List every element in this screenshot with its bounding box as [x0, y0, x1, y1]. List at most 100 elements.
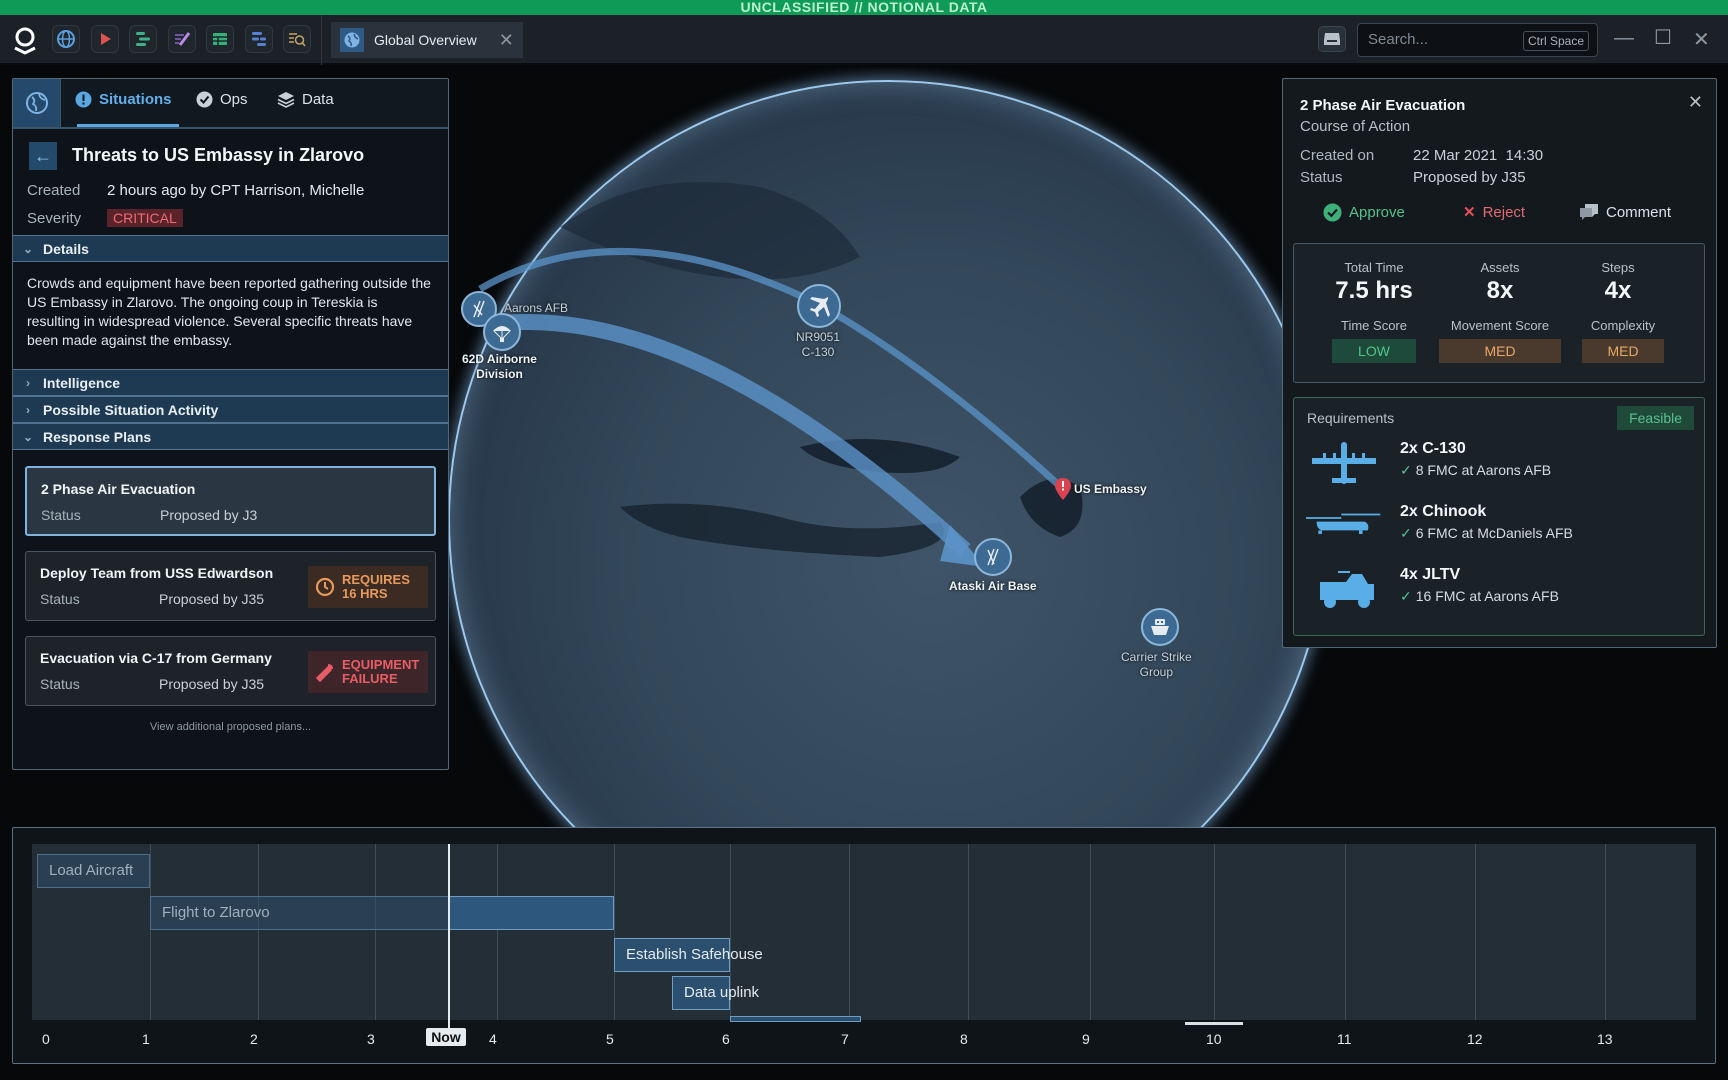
section-title: Intelligence	[43, 374, 121, 391]
severity-badge: CRITICAL	[107, 209, 183, 227]
timeline-gridline	[1214, 844, 1215, 1020]
timeline-task[interactable]: Data uplink	[672, 976, 759, 1010]
label-line: 62D Airborne	[462, 352, 537, 366]
section-details-header[interactable]: ⌄ Details	[13, 235, 448, 262]
check-icon: ✓	[1400, 462, 1412, 478]
search-input[interactable]	[1368, 31, 1508, 48]
created-value: 2 hours ago by CPT Harrison, Michelle	[107, 182, 365, 199]
search-doc-app-button[interactable]	[283, 25, 311, 53]
plan-status-value: Proposed by J35	[159, 591, 265, 607]
back-button[interactable]: ←	[29, 142, 57, 170]
gantt-app-button[interactable]	[129, 25, 157, 53]
score-badge: MED	[1582, 339, 1664, 363]
maximize-icon[interactable]: ☐	[1654, 25, 1672, 50]
stat-assets: Assets 8x	[1435, 260, 1565, 305]
marker-62d-airborne[interactable]	[483, 313, 521, 351]
stat-value: 8x	[1486, 277, 1514, 304]
c130-icon	[1312, 442, 1376, 484]
tab-situations[interactable]: Situations	[75, 91, 172, 108]
situation-panel: Situations Ops Data ← Threats to US Emba…	[12, 78, 449, 770]
tab-label: Global Overview	[374, 32, 477, 48]
airbase-icon	[473, 300, 485, 318]
status-label: Status	[1300, 169, 1343, 186]
plan-card[interactable]: 2 Phase Air Evacuation Status Proposed b…	[25, 466, 436, 536]
label-line: Division	[476, 367, 523, 381]
route-aarons-to-embassy[interactable]	[478, 247, 1065, 491]
alert-pin-icon[interactable]	[1055, 478, 1071, 500]
section-response-plans-header[interactable]: ⌄ Response Plans	[13, 423, 448, 450]
timeline-tick-label: 10	[1206, 1031, 1222, 1047]
severity-row: Severity CRITICAL	[27, 209, 183, 227]
timeline-tick-label: 9	[1082, 1031, 1090, 1047]
app-logo-icon[interactable]	[12, 27, 38, 55]
now-indicator[interactable]	[448, 844, 451, 1044]
document-search-icon	[289, 33, 306, 47]
comment-icon	[1580, 204, 1598, 220]
search-box[interactable]: Ctrl Space	[1357, 23, 1598, 57]
requirement-detail-text: 16 FMC at Aarons AFB	[1415, 588, 1559, 604]
label-line: Carrier Strike	[1121, 650, 1192, 664]
tab-label: Data	[302, 91, 334, 108]
requirements-box: Requirements Feasible 2x C-130 ✓ 8 FMC at…	[1293, 397, 1705, 636]
created-value: 22 Mar 2021 14:30	[1413, 147, 1544, 164]
minimize-icon[interactable]: —	[1614, 27, 1634, 50]
requirement-item: 2x Chinook ✓ 6 FMC at McDaniels AFB	[1294, 501, 1704, 555]
globe-nav-button[interactable]	[13, 79, 61, 127]
x-icon: ✕	[1463, 204, 1476, 221]
tab-data[interactable]: Data	[277, 91, 334, 108]
timeline-track[interactable]: Load Aircraft Flight to Zlarovo Establish …	[32, 844, 1696, 1025]
created-label: Created on	[1300, 147, 1375, 164]
workflow-app-button[interactable]	[245, 25, 273, 53]
section-intelligence-header[interactable]: › Intelligence	[13, 369, 448, 396]
section-title: Details	[43, 240, 89, 257]
close-window-icon[interactable]: ✕	[1693, 27, 1710, 52]
marker-nr9051-c130[interactable]	[797, 284, 841, 328]
badge-text: 16 HRS	[342, 586, 388, 601]
marker-ataski-air-base[interactable]	[974, 538, 1012, 576]
section-activity-header[interactable]: › Possible Situation Activity	[13, 396, 448, 423]
stat-steps: Steps 4x	[1553, 260, 1683, 305]
reject-label: Reject	[1482, 203, 1526, 221]
marker-carrier-strike-group[interactable]	[1141, 608, 1179, 646]
annotate-app-button[interactable]	[168, 25, 196, 53]
plan-title: Deploy Team from USS Edwardson	[40, 565, 274, 581]
approve-label: Approve	[1349, 204, 1405, 221]
requirement-detail-text: 8 FMC at Aarons AFB	[1415, 462, 1552, 478]
requirement-detail: ✓ 16 FMC at Aarons AFB	[1400, 588, 1559, 605]
timeline-panel: Load Aircraft Flight to Zlarovo Establish …	[12, 827, 1716, 1064]
label-carrier-strike-group: Carrier Strike Group	[1121, 650, 1192, 680]
score-complexity: Complexity MED	[1558, 318, 1688, 363]
plan-card[interactable]: Evacuation via C-17 from Germany Status …	[25, 636, 436, 706]
timeline-task[interactable]	[730, 1016, 861, 1022]
reject-button[interactable]: ✕ Reject	[1463, 203, 1526, 222]
video-app-button[interactable]	[91, 25, 119, 53]
tab-global-overview[interactable]: Global Overview ✕	[331, 22, 523, 58]
timeline-scroll-handle[interactable]	[1185, 1022, 1244, 1025]
close-panel-icon[interactable]: ✕	[1688, 92, 1703, 113]
approve-button[interactable]: Approve	[1323, 203, 1405, 222]
section-title: Possible Situation Activity	[43, 401, 219, 418]
jltv-icon	[1320, 571, 1374, 608]
timeline-tick-label: 6	[722, 1031, 730, 1047]
created-row: Created 2 hours ago by CPT Harrison, Mich…	[27, 182, 364, 199]
status-value: Proposed by J35	[1413, 169, 1526, 186]
check-icon: ✓	[1400, 525, 1412, 541]
active-tab-indicator	[77, 124, 179, 127]
close-tab-icon[interactable]: ✕	[499, 30, 514, 51]
plan-status-value: Proposed by J3	[160, 507, 258, 523]
timeline-gridline	[1090, 844, 1091, 1020]
situation-header: ← Threats to US Embassy in Zlarovo Creat…	[13, 129, 448, 235]
score-badge: LOW	[1332, 339, 1416, 363]
table-app-button[interactable]	[206, 25, 234, 53]
view-more-plans-link[interactable]: View additional proposed plans...	[25, 721, 436, 733]
ship-icon	[1151, 619, 1169, 635]
comment-button[interactable]: Comment	[1579, 203, 1671, 222]
plan-card[interactable]: Deploy Team from USS Edwardson Status Pr…	[25, 551, 436, 621]
timeline-task[interactable]: Load Aircraft	[37, 854, 150, 888]
timeline-task[interactable]: Establish Safehouse	[614, 938, 763, 972]
tab-ops[interactable]: Ops	[196, 91, 248, 108]
plan-status-label: Status	[40, 676, 80, 692]
inbox-button[interactable]	[1318, 26, 1346, 52]
globe-app-button[interactable]	[52, 25, 80, 53]
coa-title: 2 Phase Air Evacuation	[1300, 97, 1466, 114]
